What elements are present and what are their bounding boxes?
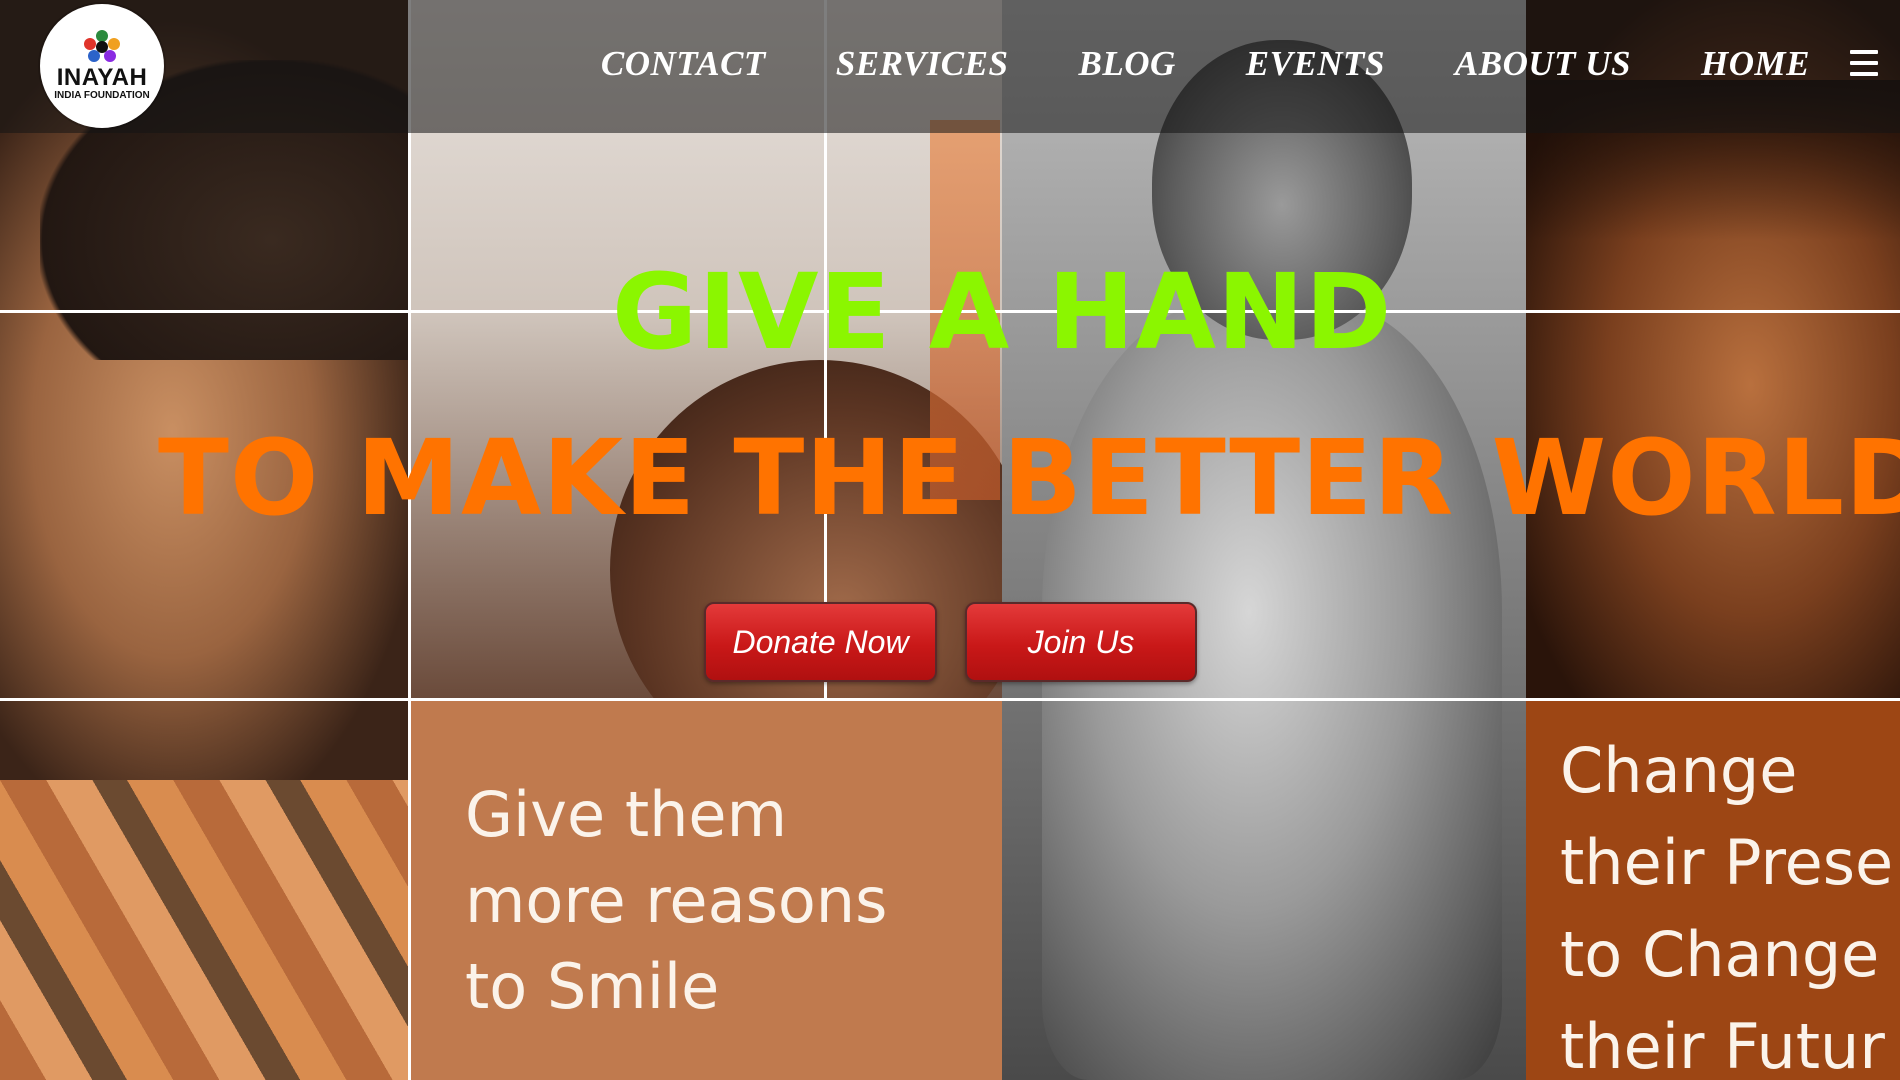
donate-now-button[interactable]: Donate Now bbox=[704, 602, 937, 682]
nav-about-us[interactable]: ABOUT US bbox=[1455, 40, 1631, 88]
join-us-button[interactable]: Join Us bbox=[965, 602, 1197, 682]
landing-page: Give them more reasons to Smile Change t… bbox=[0, 0, 1900, 1080]
grid-divider bbox=[0, 698, 1900, 701]
quote-line: to Change bbox=[1560, 918, 1880, 991]
quote-line: their Prese bbox=[1560, 826, 1894, 899]
hero-headline: GIVE A HAND bbox=[612, 251, 1393, 373]
menu-bar bbox=[1850, 72, 1878, 76]
menu-bar bbox=[1850, 50, 1878, 54]
logo-title: INAYAH bbox=[56, 64, 148, 91]
menu-bar bbox=[1850, 61, 1878, 65]
quote-line: Change bbox=[1560, 734, 1798, 807]
hamburger-menu-icon[interactable] bbox=[1850, 50, 1878, 76]
quote-line: Give them bbox=[465, 778, 787, 851]
quote-change-text: Change their Prese to Change their Futur bbox=[1560, 725, 1893, 1080]
nav-services[interactable]: SERVICES bbox=[836, 40, 1009, 88]
main-nav: CONTACT SERVICES BLOG EVENTS ABOUT US HO… bbox=[531, 40, 1810, 88]
nav-events[interactable]: EVENTS bbox=[1246, 40, 1385, 88]
photo-smiling-boy bbox=[0, 0, 410, 1080]
foundation-emblem-icon bbox=[80, 30, 124, 64]
photo-boy-carrying-child bbox=[1002, 0, 1526, 1080]
photo-detail-shirt bbox=[0, 780, 410, 1080]
logo-tagline: INDIA FOUNDATION bbox=[54, 90, 150, 101]
quote-smile-text: Give them more reasons to Smile bbox=[465, 772, 887, 1030]
nav-home[interactable]: HOME bbox=[1701, 40, 1810, 88]
grid-divider bbox=[408, 0, 411, 1080]
quote-line: their Futur bbox=[1560, 1010, 1885, 1080]
hero-subheadline: TO MAKE THE BETTER WORLD bbox=[158, 417, 1900, 539]
quote-line: to Smile bbox=[465, 950, 720, 1023]
quote-line: more reasons bbox=[465, 864, 888, 937]
site-logo[interactable]: INAYAH INDIA FOUNDATION bbox=[40, 4, 164, 128]
nav-blog[interactable]: BLOG bbox=[1078, 40, 1175, 88]
nav-contact[interactable]: CONTACT bbox=[601, 40, 766, 88]
site-header: INAYAH INDIA FOUNDATION CONTACT SERVICES… bbox=[0, 0, 1900, 133]
